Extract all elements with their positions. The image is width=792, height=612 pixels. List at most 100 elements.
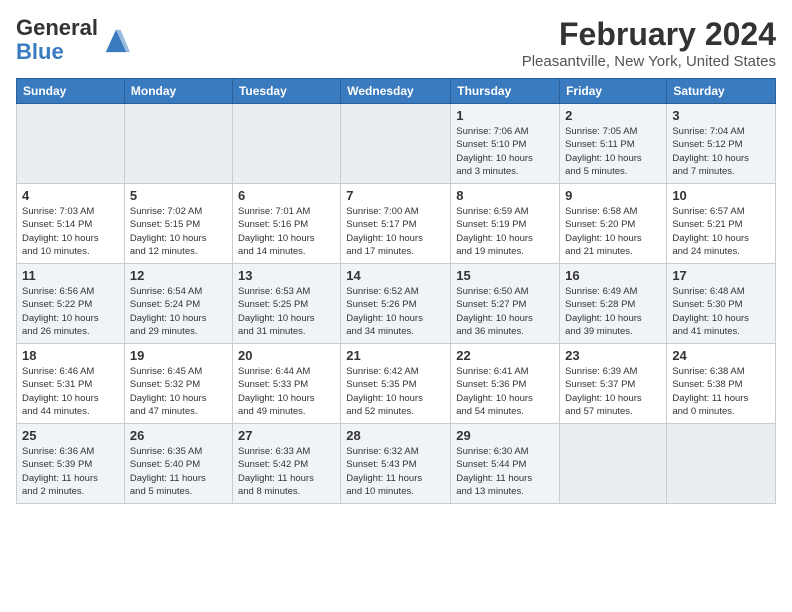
calendar-table: SundayMondayTuesdayWednesdayThursdayFrid… [16, 78, 776, 504]
day-info: Sunrise: 7:06 AM Sunset: 5:10 PM Dayligh… [456, 125, 554, 178]
calendar-day-cell: 13 Sunrise: 6:53 AM Sunset: 5:25 PM Dayli… [232, 264, 340, 344]
day-info: Sunrise: 6:59 AM Sunset: 5:19 PM Dayligh… [456, 205, 554, 258]
logo-icon [102, 26, 130, 54]
day-info: Sunrise: 6:58 AM Sunset: 5:20 PM Dayligh… [565, 205, 661, 258]
calendar-day-cell: 11 Sunrise: 6:56 AM Sunset: 5:22 PM Dayli… [17, 264, 125, 344]
weekday-header-tuesday: Tuesday [232, 79, 340, 104]
day-number: 29 [456, 428, 554, 443]
calendar-day-cell [341, 104, 451, 184]
day-number: 11 [22, 268, 119, 283]
weekday-header-wednesday: Wednesday [341, 79, 451, 104]
title-block: February 2024 Pleasantville, New York, U… [522, 16, 776, 70]
day-info: Sunrise: 6:56 AM Sunset: 5:22 PM Dayligh… [22, 285, 119, 338]
calendar-day-cell: 2 Sunrise: 7:05 AM Sunset: 5:11 PM Daylig… [560, 104, 667, 184]
day-info: Sunrise: 6:36 AM Sunset: 5:39 PM Dayligh… [22, 445, 119, 498]
weekday-header-monday: Monday [124, 79, 232, 104]
day-info: Sunrise: 7:01 AM Sunset: 5:16 PM Dayligh… [238, 205, 335, 258]
calendar-day-cell: 26 Sunrise: 6:35 AM Sunset: 5:40 PM Dayli… [124, 424, 232, 504]
calendar-day-cell: 16 Sunrise: 6:49 AM Sunset: 5:28 PM Dayli… [560, 264, 667, 344]
day-number: 23 [565, 348, 661, 363]
day-number: 28 [346, 428, 445, 443]
day-number: 24 [672, 348, 770, 363]
day-number: 4 [22, 188, 119, 203]
day-info: Sunrise: 7:04 AM Sunset: 5:12 PM Dayligh… [672, 125, 770, 178]
day-info: Sunrise: 6:38 AM Sunset: 5:38 PM Dayligh… [672, 365, 770, 418]
day-info: Sunrise: 6:49 AM Sunset: 5:28 PM Dayligh… [565, 285, 661, 338]
day-info: Sunrise: 6:44 AM Sunset: 5:33 PM Dayligh… [238, 365, 335, 418]
day-number: 2 [565, 108, 661, 123]
weekday-header-saturday: Saturday [667, 79, 776, 104]
day-info: Sunrise: 7:03 AM Sunset: 5:14 PM Dayligh… [22, 205, 119, 258]
location: Pleasantville, New York, United States [522, 53, 776, 70]
calendar-day-cell: 29 Sunrise: 6:30 AM Sunset: 5:44 PM Dayli… [451, 424, 560, 504]
day-number: 5 [130, 188, 227, 203]
day-info: Sunrise: 6:54 AM Sunset: 5:24 PM Dayligh… [130, 285, 227, 338]
day-info: Sunrise: 6:33 AM Sunset: 5:42 PM Dayligh… [238, 445, 335, 498]
calendar-day-cell: 27 Sunrise: 6:33 AM Sunset: 5:42 PM Dayli… [232, 424, 340, 504]
day-number: 27 [238, 428, 335, 443]
calendar-week-row: 18Sunrise: 6:46 AM Sunset: 5:31 PM Dayli… [17, 344, 776, 424]
calendar-day-cell: 17Sunrise: 6:48 AM Sunset: 5:30 PM Dayli… [667, 264, 776, 344]
calendar-day-cell: 21Sunrise: 6:42 AM Sunset: 5:35 PM Dayli… [341, 344, 451, 424]
calendar-day-cell: 4 Sunrise: 7:03 AM Sunset: 5:14 PM Daylig… [17, 184, 125, 264]
calendar-day-cell: 20Sunrise: 6:44 AM Sunset: 5:33 PM Dayli… [232, 344, 340, 424]
day-info: Sunrise: 6:30 AM Sunset: 5:44 PM Dayligh… [456, 445, 554, 498]
day-info: Sunrise: 6:50 AM Sunset: 5:27 PM Dayligh… [456, 285, 554, 338]
day-info: Sunrise: 7:00 AM Sunset: 5:17 PM Dayligh… [346, 205, 445, 258]
day-info: Sunrise: 6:48 AM Sunset: 5:30 PM Dayligh… [672, 285, 770, 338]
weekday-header-thursday: Thursday [451, 79, 560, 104]
calendar-day-cell [232, 104, 340, 184]
day-number: 26 [130, 428, 227, 443]
day-number: 9 [565, 188, 661, 203]
day-info: Sunrise: 6:45 AM Sunset: 5:32 PM Dayligh… [130, 365, 227, 418]
weekday-header-friday: Friday [560, 79, 667, 104]
calendar-day-cell: 10 Sunrise: 6:57 AM Sunset: 5:21 PM Dayli… [667, 184, 776, 264]
day-info: Sunrise: 6:53 AM Sunset: 5:25 PM Dayligh… [238, 285, 335, 338]
weekday-header-sunday: Sunday [17, 79, 125, 104]
day-number: 21 [346, 348, 445, 363]
calendar-day-cell: 18Sunrise: 6:46 AM Sunset: 5:31 PM Dayli… [17, 344, 125, 424]
calendar-day-cell [560, 424, 667, 504]
day-number: 8 [456, 188, 554, 203]
calendar-day-cell: 1 Sunrise: 7:06 AM Sunset: 5:10 PM Daylig… [451, 104, 560, 184]
day-number: 19 [130, 348, 227, 363]
day-number: 14 [346, 268, 445, 283]
calendar-week-row: 1 Sunrise: 7:06 AM Sunset: 5:10 PM Daylig… [17, 104, 776, 184]
logo-blue-text: Blue [16, 39, 64, 64]
calendar-day-cell: 3 Sunrise: 7:04 AM Sunset: 5:12 PM Daylig… [667, 104, 776, 184]
calendar-week-row: 4 Sunrise: 7:03 AM Sunset: 5:14 PM Daylig… [17, 184, 776, 264]
calendar-day-cell: 19 Sunrise: 6:45 AM Sunset: 5:32 PM Dayli… [124, 344, 232, 424]
calendar-day-cell: 14 Sunrise: 6:52 AM Sunset: 5:26 PM Dayli… [341, 264, 451, 344]
month-title: February 2024 [522, 16, 776, 53]
day-number: 13 [238, 268, 335, 283]
calendar-week-row: 25 Sunrise: 6:36 AM Sunset: 5:39 PM Dayli… [17, 424, 776, 504]
day-info: Sunrise: 6:57 AM Sunset: 5:21 PM Dayligh… [672, 205, 770, 258]
calendar-day-cell: 8 Sunrise: 6:59 AM Sunset: 5:19 PM Daylig… [451, 184, 560, 264]
day-number: 12 [130, 268, 227, 283]
day-number: 15 [456, 268, 554, 283]
day-info: Sunrise: 7:05 AM Sunset: 5:11 PM Dayligh… [565, 125, 661, 178]
logo: General Blue [16, 16, 130, 64]
day-info: Sunrise: 6:35 AM Sunset: 5:40 PM Dayligh… [130, 445, 227, 498]
logo-general-text: General [16, 15, 98, 40]
calendar-day-cell: 5 Sunrise: 7:02 AM Sunset: 5:15 PM Daylig… [124, 184, 232, 264]
day-number: 7 [346, 188, 445, 203]
day-number: 10 [672, 188, 770, 203]
day-number: 3 [672, 108, 770, 123]
calendar-day-cell: 25 Sunrise: 6:36 AM Sunset: 5:39 PM Dayli… [17, 424, 125, 504]
day-number: 25 [22, 428, 119, 443]
calendar-day-cell: 15 Sunrise: 6:50 AM Sunset: 5:27 PM Dayli… [451, 264, 560, 344]
day-number: 1 [456, 108, 554, 123]
day-info: Sunrise: 6:39 AM Sunset: 5:37 PM Dayligh… [565, 365, 661, 418]
calendar-day-cell [124, 104, 232, 184]
page-header: General Blue February 2024 Pleasantville… [16, 16, 776, 70]
day-number: 22 [456, 348, 554, 363]
day-info: Sunrise: 6:41 AM Sunset: 5:36 PM Dayligh… [456, 365, 554, 418]
day-info: Sunrise: 7:02 AM Sunset: 5:15 PM Dayligh… [130, 205, 227, 258]
day-info: Sunrise: 6:52 AM Sunset: 5:26 PM Dayligh… [346, 285, 445, 338]
calendar-day-cell [17, 104, 125, 184]
day-number: 16 [565, 268, 661, 283]
calendar-day-cell [667, 424, 776, 504]
calendar-day-cell: 6Sunrise: 7:01 AM Sunset: 5:16 PM Daylig… [232, 184, 340, 264]
day-info: Sunrise: 6:32 AM Sunset: 5:43 PM Dayligh… [346, 445, 445, 498]
